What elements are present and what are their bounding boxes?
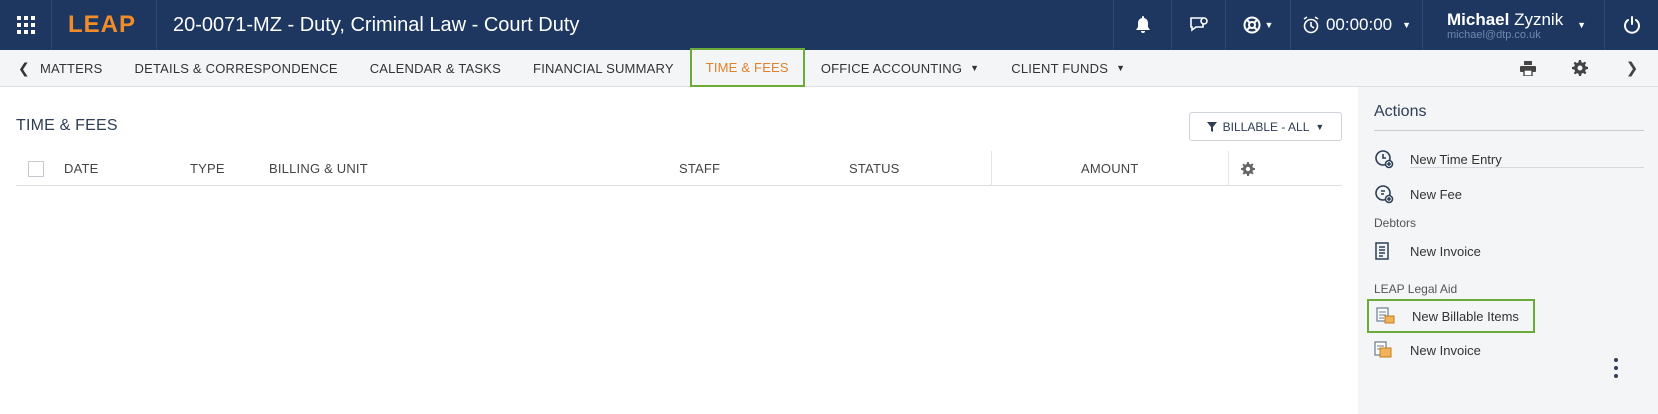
column-divider [1228,151,1229,186]
divider [1374,130,1644,131]
column-divider [991,151,992,186]
tab-financial-summary[interactable]: FINANCIAL SUMMARY [517,50,690,87]
group-label-debtors: Debtors [1374,216,1417,230]
grid-icon [16,16,35,34]
select-all-checkbox[interactable] [28,161,44,177]
gear-icon [1241,161,1255,176]
app-launcher-button[interactable] [0,0,52,50]
timer-button[interactable]: 00:00:00 ▼ [1290,0,1422,50]
new-invoice-debtors-action[interactable]: New Invoice [1374,234,1644,268]
logout-button[interactable] [1604,0,1658,50]
tab-calendar-tasks[interactable]: CALENDAR & TASKS [354,50,517,87]
kebab-dot [1614,366,1618,370]
timer-value: 00:00:00 [1325,15,1393,34]
table-header: DATE TYPE BILLING & UNIT STAFF STATUS AM… [16,151,1342,186]
new-invoice-legal-aid-action[interactable]: New Invoice [1374,333,1644,367]
action-label: New Fee [1410,186,1463,202]
tab-client-funds[interactable]: CLIENT FUNDS ▼ [995,50,1141,87]
nav-tools: ❯ [1502,50,1658,87]
chevron-left-icon: ❮ [18,59,30,76]
new-time-entry-action[interactable]: New Time Entry [1374,142,1644,176]
matter-title: 20-0071-MZ - Duty, Criminal Law - Court … [173,13,580,36]
matter-nav-bar: ❮ MATTERS DETAILS & CORRESPONDENCE CALEN… [0,48,1658,87]
tab-office-accounting-label: OFFICE ACCOUNTING [820,60,963,76]
chevron-down-icon: ▼ [1264,20,1274,30]
column-header-staff[interactable]: STAFF [679,151,720,186]
action-label: New Billable Items [1412,308,1519,324]
back-label: MATTERS [39,60,103,76]
filter-label: BILLABLE - ALL [1222,119,1310,134]
chat-icon [1189,17,1208,32]
legal-aid-invoice-icon [1374,341,1410,359]
leap-logo[interactable]: LEAP [52,0,157,50]
settings-button[interactable] [1554,50,1606,87]
tab-office-accounting[interactable]: OFFICE ACCOUNTING ▼ [805,50,995,87]
print-button[interactable] [1502,50,1554,87]
chevron-down-icon: ▼ [1577,20,1586,30]
invoice-icon [1374,242,1410,260]
clock-plus-icon [1374,149,1410,169]
user-menu[interactable]: Michael Zyznik michael@dtp.co.uk ▼ [1422,0,1604,50]
action-label: New Invoice [1410,342,1481,358]
actions-title: Actions [1374,103,1427,120]
filter-icon [1206,121,1217,132]
column-header-status[interactable]: STATUS [849,151,900,186]
alarm-clock-icon [1303,16,1319,34]
page-title: TIME & FEES [16,117,118,134]
caret-down-icon: ▼ [1315,121,1325,132]
action-label: New Invoice [1410,243,1481,259]
column-header-amount[interactable]: AMOUNT [1081,151,1139,186]
nav-forward-button[interactable]: ❯ [1606,50,1658,87]
back-to-matters-link[interactable]: ❮ MATTERS [0,50,119,87]
chevron-down-icon: ▼ [1402,20,1412,30]
user-last-name: Zyznik [1514,9,1564,29]
user-email: michael@dtp.co.uk [1447,28,1541,41]
user-name: Michael Zyznik [1447,10,1563,30]
kebab-dot [1614,358,1618,362]
help-button[interactable]: ▼ [1225,0,1290,50]
billable-items-icon [1376,307,1412,325]
logo-text: LEAP [68,11,137,38]
printer-icon [1520,60,1536,76]
top-bar: LEAP 20-0071-MZ - Duty, Criminal Law - C… [0,0,1658,50]
tab-client-funds-label: CLIENT FUNDS [1011,60,1109,76]
fee-plus-icon [1374,184,1410,204]
action-label: New Time Entry [1410,151,1502,167]
time-fees-panel: TIME & FEES BILLABLE - ALL ▼ DATE TYPE B… [0,87,1358,414]
caret-down-icon: ▼ [970,63,980,73]
billable-filter-dropdown[interactable]: BILLABLE - ALL ▼ [1189,112,1342,141]
group-label-legal-aid: LEAP Legal Aid [1374,282,1458,296]
column-header-type[interactable]: TYPE [190,151,225,186]
chevron-right-icon: ❯ [1625,60,1639,77]
gear-icon [1572,60,1588,76]
power-icon [1623,16,1640,34]
caret-down-icon: ▼ [1116,63,1126,73]
column-header-billing-unit[interactable]: BILLING & UNIT [269,151,368,186]
column-header-date[interactable]: DATE [64,151,99,186]
new-fee-action[interactable]: New Fee [1374,177,1644,211]
kebab-dot [1614,374,1618,378]
divider [1410,167,1644,168]
column-settings-button[interactable] [1241,151,1255,186]
user-first-name: Michael [1447,9,1510,29]
tab-time-fees[interactable]: TIME & FEES [689,48,805,87]
messages-button[interactable] [1171,0,1225,50]
bell-icon [1135,16,1150,33]
new-billable-items-action[interactable]: New Billable Items [1367,299,1535,333]
lifebuoy-icon [1243,16,1261,34]
notifications-button[interactable] [1113,0,1171,50]
more-options-button[interactable] [1612,358,1620,378]
tab-details-correspondence[interactable]: DETAILS & CORRESPONDENCE [119,50,354,87]
